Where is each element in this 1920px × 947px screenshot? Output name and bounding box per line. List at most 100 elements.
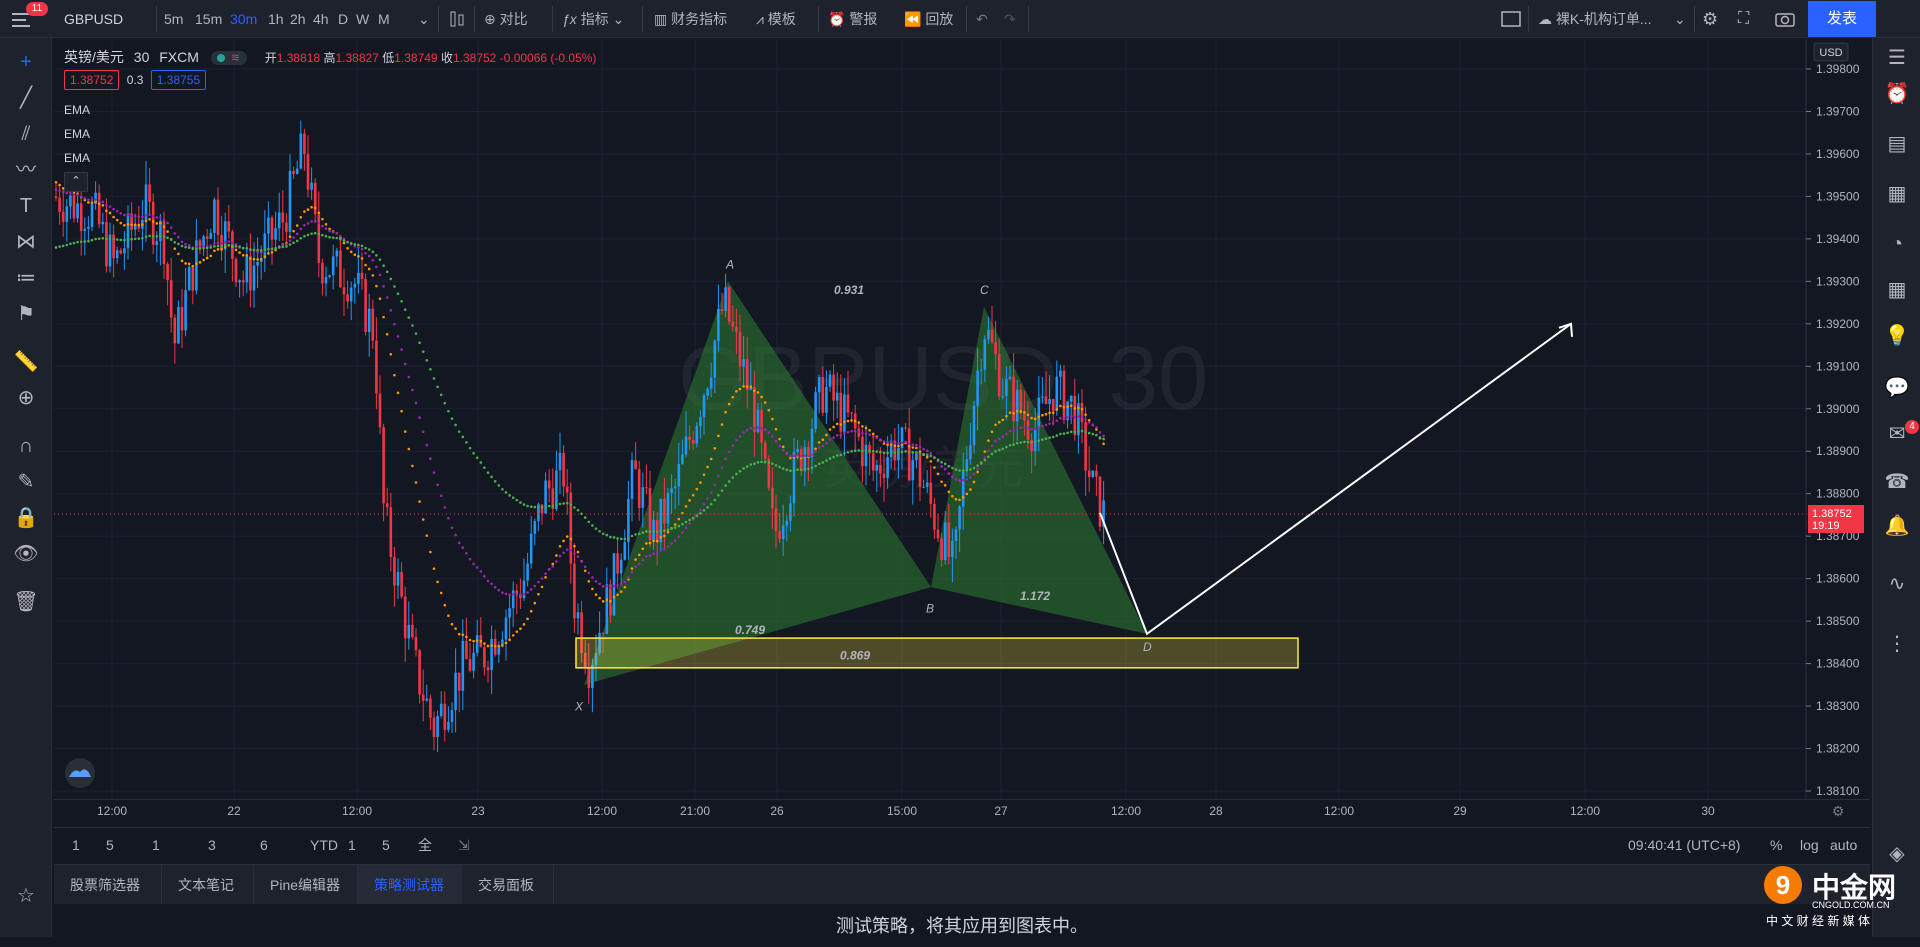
tab-text-notes[interactable]: 文本笔记 [162,865,254,905]
clock[interactable]: 09:40:41 (UTC+8) [1628,828,1740,862]
candle-body [691,440,695,444]
chat-icon[interactable]: 💬 [1879,372,1915,404]
publish-button[interactable]: 发表 [1808,1,1876,37]
ema-point [954,497,958,501]
redo-icon[interactable]: ↷ [1004,0,1016,38]
interval-15m[interactable]: 15m [195,0,222,38]
star-icon[interactable]: ☆ [8,880,44,912]
chart-type-icon[interactable] [448,0,466,38]
templates-button[interactable]: ⩘ 模板 [756,0,796,38]
symbol-title[interactable]: 英镑/美元 [64,49,124,65]
target-zone[interactable] [575,637,1299,669]
interval-30m[interactable]: 30m [230,0,257,38]
indicators-button[interactable]: ƒx 指标 ⌄ [562,0,624,38]
hotlist-icon[interactable]: ◔ [1879,228,1915,260]
crosshair-icon[interactable]: + [8,46,44,78]
bar-countdown: 19:19 [1812,520,1840,532]
symbol-search[interactable]: GBPUSD [64,0,123,38]
ema-point [324,234,328,238]
indicator-ema-1[interactable]: EMA [64,98,596,122]
ema-point [112,215,115,219]
bid-button[interactable]: 1.38752 [64,70,120,90]
candle-body [432,717,436,738]
indicator-ema-2[interactable]: EMA [64,122,596,146]
interval-5m[interactable]: 5m [164,0,183,38]
axis-settings-icon[interactable]: ⚙ [1832,803,1845,819]
ema-point [479,570,483,573]
trash-icon[interactable]: 🗑 [8,586,44,618]
tab-pine-editor[interactable]: Pine编辑器 [254,865,358,905]
fullscreen-icon[interactable]: ⛶ [1738,0,1749,38]
ema-point [90,238,94,242]
ema-point [313,231,317,235]
auto-toggle[interactable]: auto [1830,828,1857,862]
layout-single-icon[interactable] [1500,0,1522,38]
ema-point [115,218,119,222]
eye-icon[interactable]: 👁 [8,538,44,570]
ema-point [231,241,234,244]
text-icon[interactable]: T [8,190,44,222]
tv-logo[interactable] [65,758,95,788]
data-window-icon[interactable]: ▦ [1879,178,1915,210]
interval-dropdown-icon[interactable]: ⌄ [418,0,430,38]
prediction-icon[interactable]: ≔ [8,262,44,294]
interval-M[interactable]: M [378,0,390,38]
sections-icon[interactable]: ⋮ [1879,628,1915,660]
ema-point [123,224,126,227]
price-axis[interactable]: 1.39800 1.39700 1.39600 1.39500 1.39400 1.393… [1806,62,1860,798]
log-toggle[interactable]: log [1800,828,1819,862]
watchlist-icon[interactable]: ☰ [1879,42,1915,74]
fib-icon[interactable]: ⫽ [8,118,44,150]
ema-point [742,385,745,388]
news-icon[interactable]: ▤ [1879,128,1915,160]
brush-icon[interactable]: 〰 [8,154,44,186]
ema-point [396,391,400,395]
pencil-lock-icon[interactable]: ✎ [8,466,44,498]
ask-button[interactable]: 1.38755 [150,70,207,90]
ema-point [1023,440,1026,444]
alerts-button[interactable]: ⏰ 警报 [828,0,877,38]
ema-point [713,498,717,502]
settings-gear-icon[interactable]: ⚙ [1702,0,1718,38]
ideas-icon[interactable]: 💡 [1879,320,1915,352]
alarm-clock-icon[interactable]: ⏰ [1879,78,1915,110]
zoom-in-icon[interactable]: ⊕ [8,382,44,414]
ema-point [378,297,382,301]
undo-icon[interactable]: ↶ [976,0,988,38]
camera-icon[interactable] [1774,0,1796,38]
ruler-icon[interactable]: 📏 [8,346,44,378]
tab-strategy-tester[interactable]: 策略测试器 [358,865,462,905]
replay-button[interactable]: ⏪ 回放 [904,0,953,38]
collapse-legend-button[interactable]: ⌃ [64,172,88,192]
interval-D[interactable]: D [338,0,348,38]
layout-name-button[interactable]: ☁ 裸K-机构订单... [1538,0,1652,38]
market-status-toggle[interactable]: ≋ [210,51,247,66]
goto-date-icon[interactable]: ⇲ [458,828,470,862]
time-axis[interactable]: 12:00 22 12:00 23 12:00 21:00 26 15:00 27 12:00 28… [97,804,1715,818]
interval-4h[interactable]: 4h [313,0,329,38]
range-5[interactable]: YTD [310,828,338,862]
candle-body [411,624,414,638]
indicator-ema-3[interactable]: EMA [64,146,596,170]
layout-dropdown-icon[interactable]: ⌄ [1674,0,1686,38]
ema-point [1073,415,1077,419]
tab-stock-screener[interactable]: 股票筛选器 ⌄ [54,865,162,933]
icons-icon[interactable]: ⚑ [8,298,44,330]
interval-W[interactable]: W [356,0,369,38]
percent-toggle[interactable]: % [1770,828,1782,862]
financials-button[interactable]: ▥ 财务指标 [654,0,727,38]
trading-icon[interactable]: ∿ [1879,568,1915,600]
tab-trading-panel[interactable]: 交易面板 [462,865,554,905]
support-icon[interactable]: ☎ [1879,466,1915,498]
compare-button[interactable]: ⊕ 对比 [484,0,528,38]
calendar-icon[interactable]: ▦ [1879,274,1915,306]
magnet-icon[interactable]: ∩ [8,430,44,462]
lock-icon[interactable]: 🔒 [8,502,44,534]
trendline-icon[interactable]: ╱ [8,82,44,114]
interval-1h[interactable]: 1h [268,0,284,38]
pattern-icon[interactable]: ⋈ [8,226,44,258]
ema-point [1008,443,1012,447]
ema-point [756,391,760,394]
interval-2h[interactable]: 2h [290,0,306,38]
bell-icon[interactable]: 🔔 [1879,510,1915,542]
